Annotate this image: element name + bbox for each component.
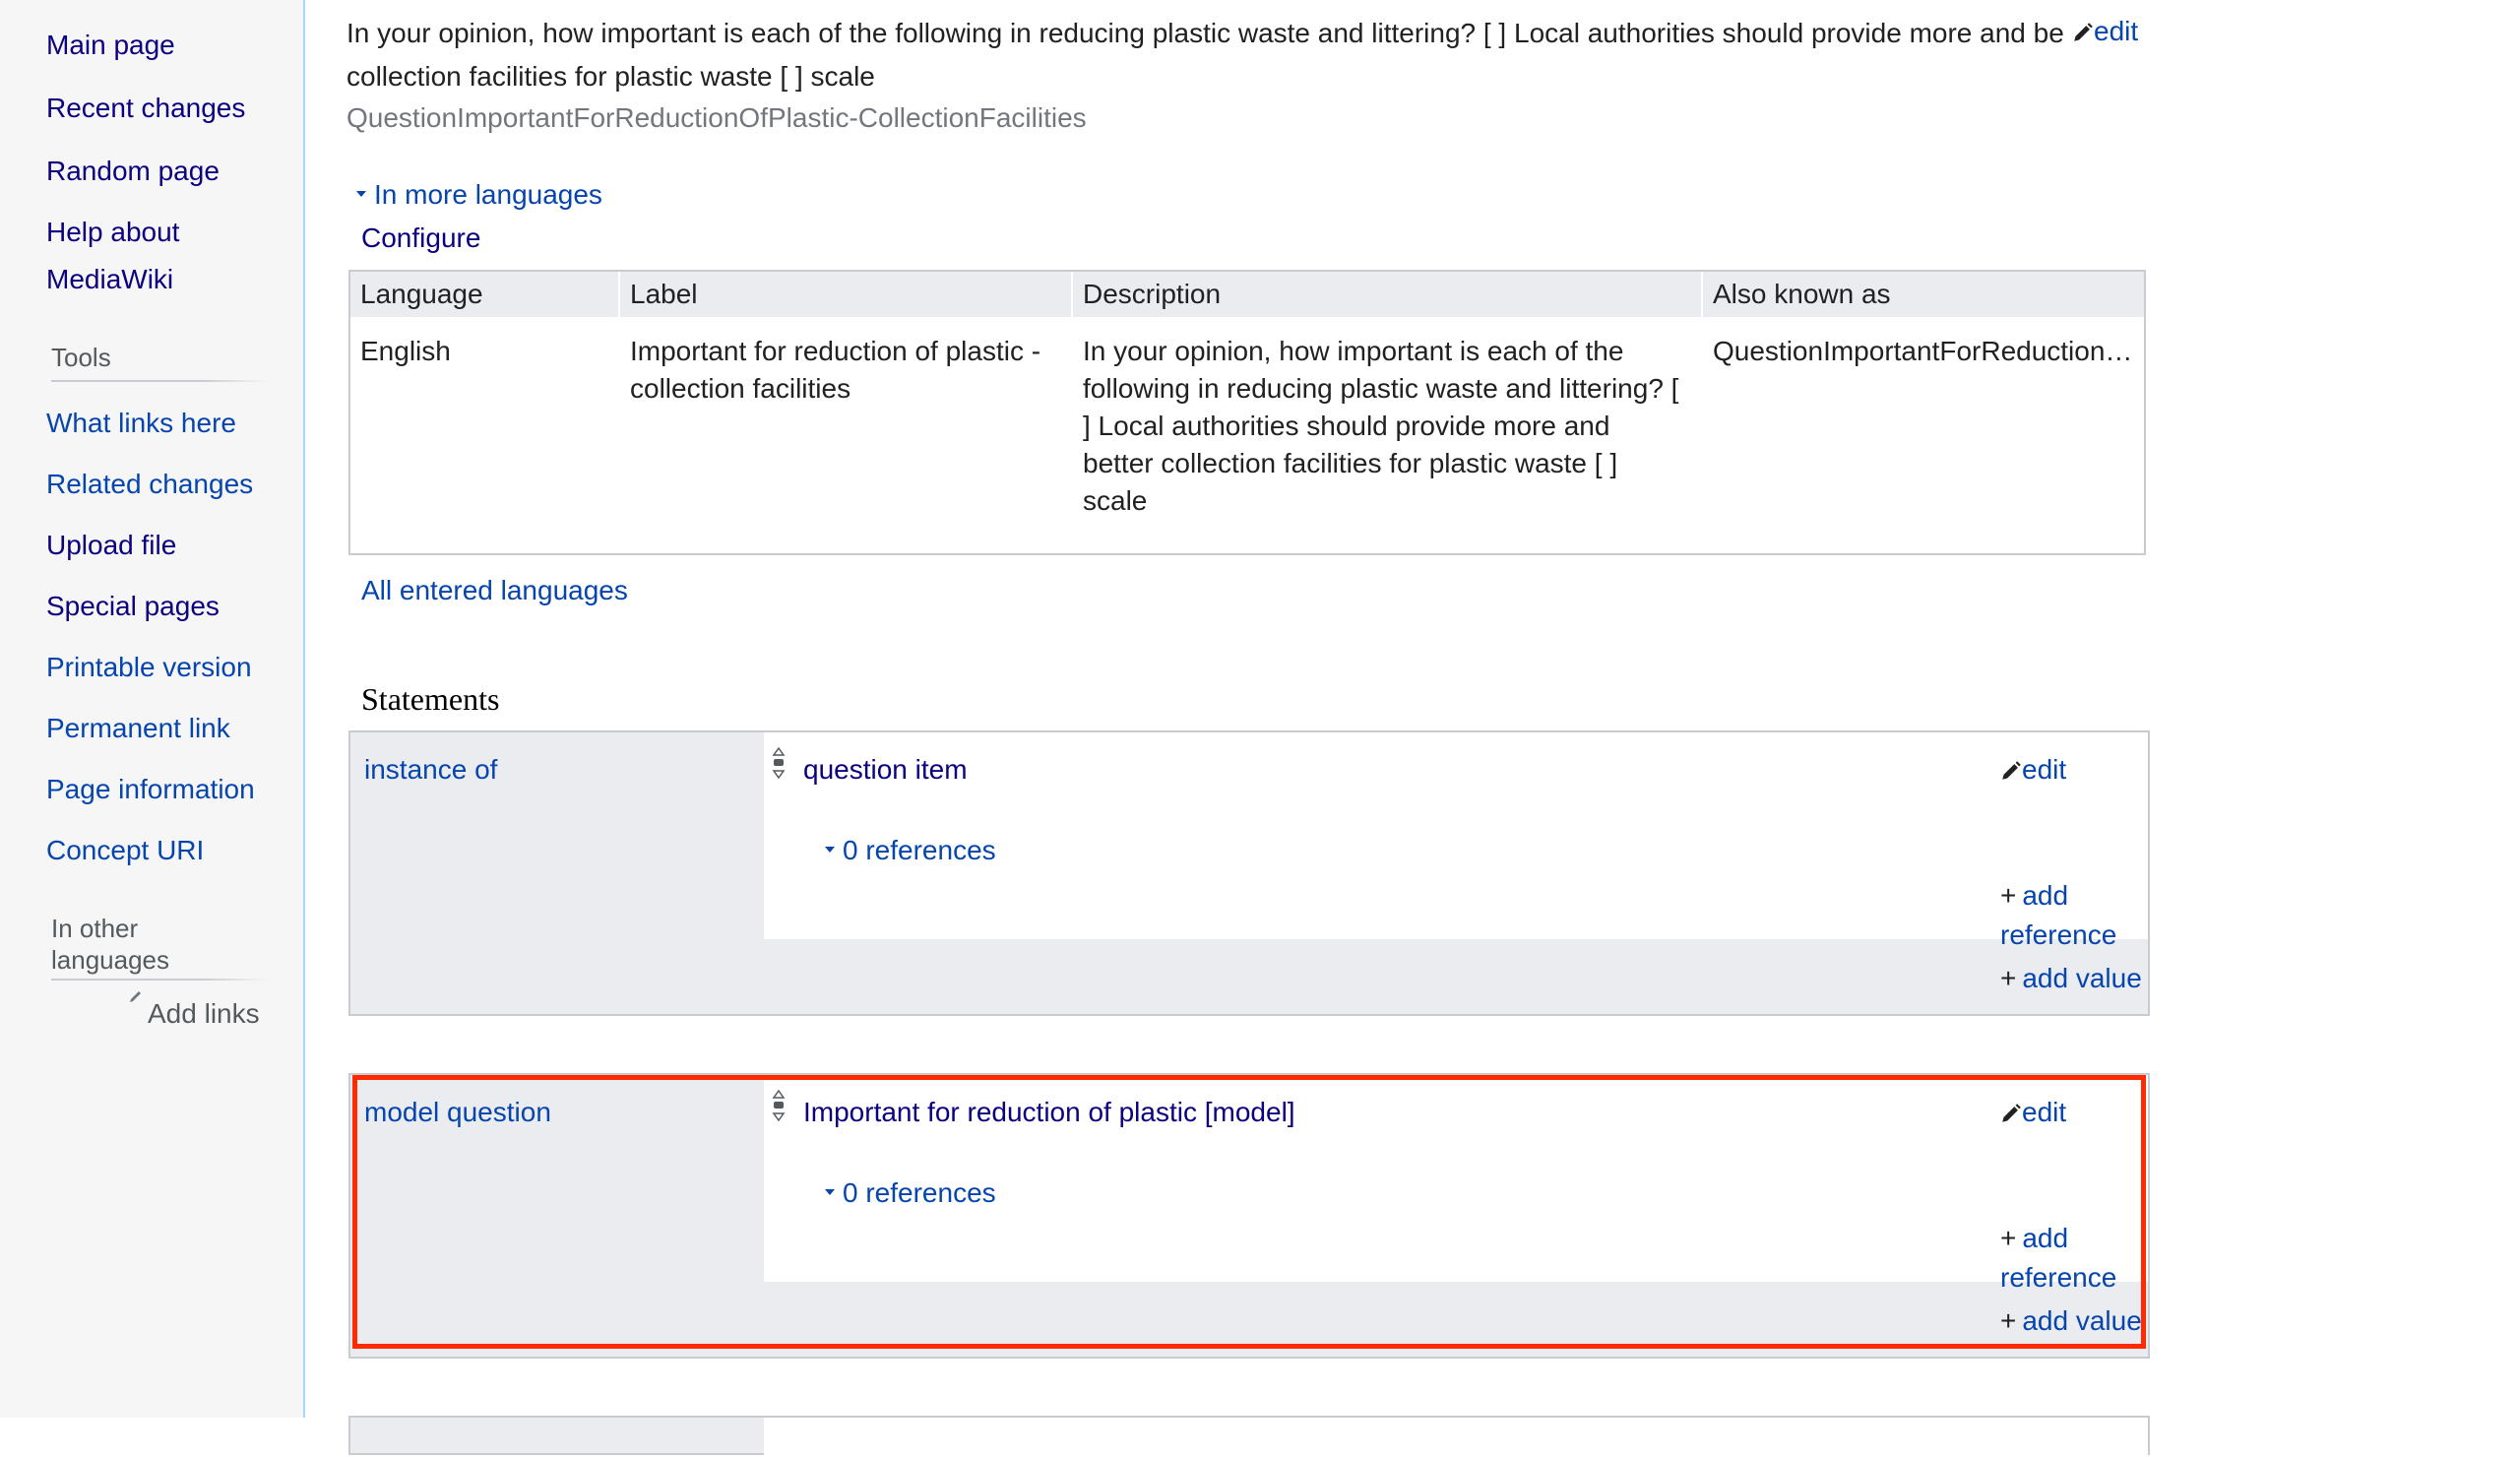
sidebar: Main page Recent changes Random page Hel… (0, 0, 305, 1418)
configure-link[interactable]: Configure (361, 219, 480, 258)
languages-table: Language Label Description Also known as… (348, 270, 2146, 555)
references-label: 0 references (843, 835, 996, 865)
statements-heading: Statements (361, 681, 500, 717)
add-reference-label: add reference (2000, 880, 2117, 950)
edit-label: edit (2094, 16, 2139, 46)
statement-value[interactable]: Important for reduction of plastic [mode… (803, 1093, 1295, 1132)
plus-icon: + (2000, 880, 2017, 911)
cell-description-line: In your opinion, how important is each o… (1083, 336, 1624, 366)
languages-heading-line2: languages (51, 945, 169, 975)
item-alias: QuestionImportantForReductionOfPlastic-C… (346, 102, 1087, 133)
column-header-label: Label (630, 279, 698, 309)
all-entered-languages-link[interactable]: All entered languages (361, 571, 628, 610)
tools-special-pages[interactable]: Special pages (46, 583, 220, 630)
chevron-down-icon (825, 846, 835, 853)
edit-label: edit (2022, 754, 2067, 785)
add-value-button[interactable]: + add value (2000, 1301, 2142, 1341)
column-header-language: Language (360, 279, 483, 309)
tools-concept-uri[interactable]: Concept URI (46, 827, 204, 874)
plus-icon: + (2000, 963, 2017, 993)
description-line-2: collection facilities for plastic waste … (346, 61, 875, 92)
pencil-icon (2002, 1104, 2021, 1122)
chevron-down-icon (825, 1188, 835, 1195)
tools-heading: Tools (51, 343, 111, 372)
plus-icon: + (2000, 1305, 2017, 1336)
statement-body: question item edit 0 references + add ref… (764, 732, 2148, 950)
statement-body (764, 1418, 2148, 1457)
nav-help-about[interactable]: Help about (46, 209, 179, 256)
tools-printable-version[interactable]: Printable version (46, 644, 252, 691)
statement-edit-button[interactable]: edit (2000, 750, 2066, 790)
statement-group-instance-of: instance of question item edit 0 referen… (348, 730, 2150, 1016)
tools-permanent-link[interactable]: Permanent link (46, 705, 230, 752)
cell-label: Important for reduction of plastic - col… (620, 333, 1073, 408)
tools-what-links-here[interactable]: What links here (46, 400, 236, 447)
add-reference-button[interactable]: + add reference (2000, 876, 2148, 955)
cell-description-line: following in reducing plastic waste and … (1083, 373, 1679, 404)
cell-aka: QuestionImportantForReduction… (1713, 336, 2133, 366)
statement-group-model-question: model question Important for reduction o… (348, 1073, 2150, 1359)
property-label[interactable]: instance of (364, 750, 497, 790)
languages-heading-line1: In other (51, 914, 139, 943)
column-header-aka: Also known as (1713, 279, 1891, 309)
add-value-label: add value (2022, 963, 2142, 993)
statement-group-next (348, 1416, 2150, 1457)
property-label[interactable]: model question (364, 1093, 551, 1132)
pencil-icon (130, 991, 141, 1002)
item-description: In your opinion, how important is each o… (346, 12, 2118, 98)
references-toggle[interactable]: 0 references (825, 1173, 996, 1213)
cell-language: English (360, 336, 451, 366)
nav-main-page[interactable]: Main page (46, 22, 175, 69)
in-more-languages-toggle[interactable]: In more languages (356, 175, 602, 215)
references-label: 0 references (843, 1177, 996, 1208)
in-more-languages-label: In more languages (374, 179, 602, 210)
cell-description-line: scale (1083, 485, 1148, 516)
tools-upload-file[interactable]: Upload file (46, 522, 176, 569)
cell-description: In your opinion, how important is each o… (1073, 333, 1703, 520)
rank-selector-icon[interactable] (770, 1089, 788, 1122)
nav-mediawiki[interactable]: MediaWiki (46, 256, 173, 303)
references-toggle[interactable]: 0 references (825, 831, 996, 870)
statement-body: Important for reduction of plastic [mode… (764, 1075, 2148, 1293)
plus-icon: + (2000, 1223, 2017, 1253)
edit-description-button[interactable]: edit (2072, 12, 2138, 51)
add-links-link[interactable]: Add links (148, 990, 260, 1038)
cell-label-line1: Important for reduction of plastic - (630, 336, 1041, 366)
cell-label-line2: collection facilities (630, 373, 851, 404)
statement-value[interactable]: question item (803, 750, 968, 790)
nav-random-page[interactable]: Random page (46, 148, 220, 195)
statement-edit-button[interactable]: edit (2000, 1093, 2066, 1132)
tools-divider (51, 380, 268, 382)
column-header-description: Description (1083, 279, 1222, 309)
nav-recent-changes[interactable]: Recent changes (46, 85, 245, 132)
edit-label: edit (2022, 1097, 2067, 1127)
tools-page-information[interactable]: Page information (46, 766, 255, 813)
cell-description-line: better collection facilities for plastic… (1083, 448, 1618, 478)
languages-divider (51, 979, 268, 981)
tools-related-changes[interactable]: Related changes (46, 461, 253, 508)
main-content: In your opinion, how important is each o… (305, 0, 2520, 1457)
description-line-1: In your opinion, how important is each o… (346, 18, 2064, 48)
cell-description-line: ] Local authorities should provide more … (1083, 411, 1610, 441)
add-reference-label: add reference (2000, 1223, 2117, 1293)
add-value-button[interactable]: + add value (2000, 959, 2142, 998)
pencil-icon (2074, 23, 2093, 41)
add-reference-button[interactable]: + add reference (2000, 1219, 2148, 1298)
rank-selector-icon[interactable] (770, 746, 788, 780)
add-value-label: add value (2022, 1305, 2142, 1336)
pencil-icon (2002, 761, 2021, 780)
chevron-down-icon (356, 190, 366, 197)
